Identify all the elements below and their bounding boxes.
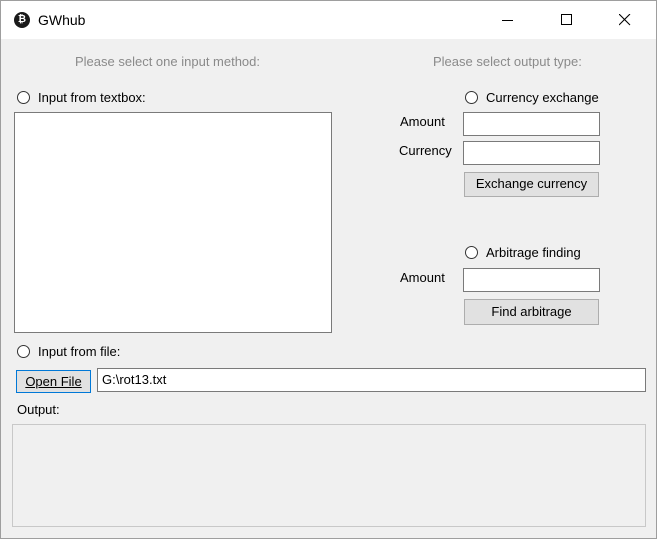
radio-button-icon[interactable]	[17, 91, 30, 104]
currency-field[interactable]	[463, 141, 600, 165]
file-input-label: Input from file:	[38, 344, 121, 359]
textbox-input-label: Input from textbox:	[38, 90, 146, 105]
maximize-button[interactable]	[544, 1, 590, 39]
radio-button-icon[interactable]	[17, 345, 30, 358]
maximize-icon	[561, 14, 572, 25]
exchange-amount-field[interactable]	[463, 112, 600, 136]
open-file-button-label: Open File	[25, 374, 82, 389]
bitcoin-icon: ₿	[14, 12, 30, 28]
currency-label: Currency	[399, 143, 452, 158]
title-bar[interactable]: ₿ GWhub	[1, 1, 656, 39]
input-method-heading: Please select one input method:	[75, 54, 261, 69]
exchange-currency-button[interactable]: Exchange currency	[464, 172, 599, 197]
arbitrage-finding-label: Arbitrage finding	[486, 245, 581, 260]
radio-button-icon[interactable]	[465, 246, 478, 259]
minimize-button[interactable]	[485, 1, 531, 39]
input-textarea[interactable]	[14, 112, 332, 333]
radio-button-icon[interactable]	[465, 91, 478, 104]
arbitrage-finding-radio[interactable]: Arbitrage finding	[465, 245, 581, 260]
currency-exchange-label: Currency exchange	[486, 90, 599, 105]
arbitrage-amount-field[interactable]	[463, 268, 600, 292]
output-label: Output:	[17, 402, 60, 417]
find-arbitrage-button[interactable]: Find arbitrage	[464, 299, 599, 325]
minimize-icon	[502, 20, 513, 21]
output-area[interactable]	[12, 424, 646, 527]
textbox-input-radio[interactable]: Input from textbox:	[17, 90, 146, 105]
arbitrage-amount-label: Amount	[400, 270, 445, 285]
currency-exchange-radio[interactable]: Currency exchange	[465, 90, 599, 105]
open-file-button[interactable]: Open File	[16, 370, 91, 393]
exchange-amount-label: Amount	[400, 114, 445, 129]
output-type-heading: Please select output type:	[433, 54, 582, 69]
main-window: ₿ GWhub Please select one input method: …	[0, 0, 657, 539]
file-path-field[interactable]: G:\rot13.txt	[97, 368, 646, 392]
window-title: GWhub	[38, 12, 86, 28]
file-input-radio[interactable]: Input from file:	[17, 344, 120, 359]
close-button[interactable]	[602, 1, 648, 39]
close-icon	[619, 14, 631, 26]
